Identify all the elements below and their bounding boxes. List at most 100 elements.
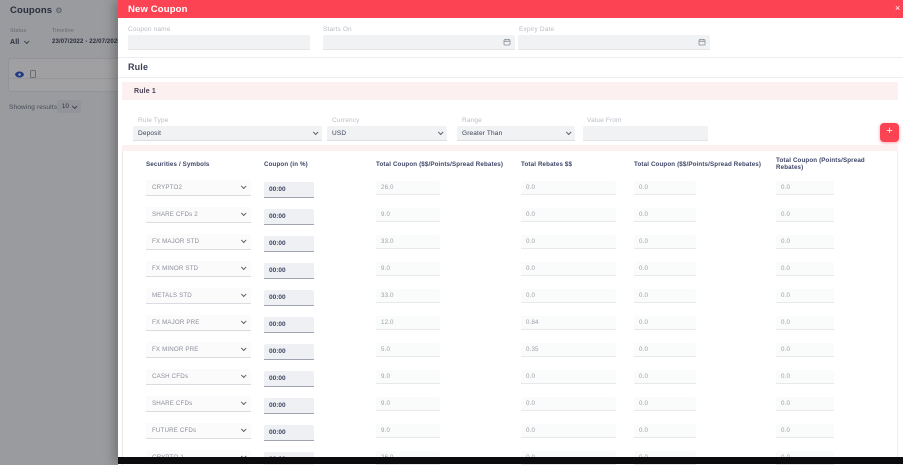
security-select[interactable]: FX MAJOR STD <box>146 233 251 250</box>
coupon-percent-input[interactable] <box>264 424 314 441</box>
value-from-input[interactable] <box>583 126 708 141</box>
coupon-percent-input[interactable] <box>264 208 314 225</box>
table-header-row: Securities / Symbols Coupon (in %) Total C… <box>123 154 897 174</box>
range-select[interactable]: Greater Than <box>457 126 575 141</box>
table-row: FUTURE CFDs 9.0 0.0 0.0 0.0 <box>123 417 897 444</box>
table-row: FX MINOR STD 9.0 0.0 0.0 0.0 <box>123 255 897 282</box>
total-rebates-value: 0.0 <box>521 423 616 438</box>
total-coupon-value: 33.0 <box>376 234 440 249</box>
security-select[interactable]: FX MINOR PRE <box>146 341 251 358</box>
value-from-label: Value From <box>587 117 622 124</box>
total-coupon-2-value: 0.0 <box>634 288 696 303</box>
divider <box>118 77 903 78</box>
add-rule-button[interactable]: + <box>880 123 899 142</box>
expiry-date-label: Expiry Date <box>519 26 555 33</box>
rule-type-select[interactable]: Deposit <box>133 126 322 141</box>
range-label: Range <box>462 117 482 124</box>
total-coupon-3-value: 0.0 <box>776 342 834 357</box>
security-select[interactable]: CASH CFDs <box>146 368 251 385</box>
total-coupon-value: 9.0 <box>376 369 440 384</box>
total-coupon-3-value: 0.0 <box>776 288 834 303</box>
coupon-percent-input[interactable] <box>264 181 314 198</box>
column-header: Total Coupon ($$/Points/Spread Rebates) <box>376 160 504 168</box>
total-coupon-3-value: 0.0 <box>776 369 834 384</box>
total-coupon-2-value: 0.0 <box>634 315 696 330</box>
total-coupon-value: 9.0 <box>376 207 440 222</box>
total-coupon-value: 5.0 <box>376 342 440 357</box>
security-select[interactable]: SHARE CFDs 2 <box>146 206 251 223</box>
total-coupon-value: 9.0 <box>376 423 440 438</box>
total-rebates-value: 0.35 <box>521 342 616 357</box>
table-row: CRYPTO2 26.0 0.0 0.0 0.0 <box>123 174 897 201</box>
starts-on-label: Starts On <box>323 26 352 33</box>
new-coupon-modal: New Coupon × Coupon name Starts On Expir… <box>118 0 903 465</box>
chevron-down-icon <box>240 183 247 190</box>
chevron-down-icon <box>240 291 247 298</box>
chevron-down-icon <box>240 318 247 325</box>
security-select[interactable]: METALS STD <box>146 287 251 304</box>
table-row: FX MAJOR PRE 12.0 0.84 0.0 0.0 <box>123 309 897 336</box>
calendar-icon[interactable] <box>503 38 511 46</box>
chevron-down-icon <box>240 210 247 217</box>
close-icon[interactable]: × <box>895 3 903 13</box>
security-select[interactable]: SHARE CFDs <box>146 395 251 412</box>
chevron-down-icon <box>565 129 572 136</box>
column-header: Total Coupon ($$/Points/Spread Rebates) <box>634 160 762 168</box>
total-coupon-2-value: 0.0 <box>634 261 696 276</box>
expiry-date-input[interactable] <box>518 35 710 50</box>
security-select[interactable]: FUTURE CFDs <box>146 422 251 439</box>
coupon-percent-input[interactable] <box>264 370 314 387</box>
chevron-down-icon <box>240 264 247 271</box>
calendar-icon[interactable] <box>698 38 706 46</box>
rule-1-title: Rule 1 <box>134 87 156 95</box>
total-coupon-value: 26.0 <box>376 180 440 195</box>
table-row: FX MINOR PRE 5.0 0.35 0.0 0.0 <box>123 336 897 363</box>
chevron-down-icon <box>240 372 247 379</box>
total-rebates-value: 0.0 <box>521 288 616 303</box>
total-rebates-value: 0.84 <box>521 315 616 330</box>
coupon-percent-input[interactable] <box>264 262 314 279</box>
total-coupon-2-value: 0.0 <box>634 180 696 195</box>
bottom-bar <box>118 457 903 464</box>
column-header: Total Rebates $$ <box>521 160 573 168</box>
total-coupon-2-value: 0.0 <box>634 369 696 384</box>
table-row: SHARE CFDs 2 9.0 0.0 0.0 0.0 <box>123 201 897 228</box>
coupon-percent-input[interactable] <box>264 289 314 306</box>
table-row: FX MAJOR STD 33.0 0.0 0.0 0.0 <box>123 228 897 255</box>
coupon-percent-input[interactable] <box>264 343 314 360</box>
coupon-percent-input[interactable] <box>264 397 314 414</box>
table-row: SHARE CFDs 9.0 0.0 0.0 0.0 <box>123 390 897 417</box>
currency-select[interactable]: USD <box>327 126 447 141</box>
coupon-name-label: Coupon name <box>128 26 171 33</box>
total-coupon-3-value: 0.0 <box>776 315 834 330</box>
coupon-name-input[interactable] <box>128 35 310 50</box>
coupon-percent-input[interactable] <box>264 316 314 333</box>
modal-title: New Coupon <box>128 3 188 15</box>
security-select[interactable]: CRYPTO2 <box>146 179 251 196</box>
total-rebates-value: 0.0 <box>521 180 616 195</box>
total-coupon-value: 33.0 <box>376 288 440 303</box>
securities-table: Securities / Symbols Coupon (in %) Total C… <box>122 151 898 465</box>
column-header: Coupon (in %) <box>264 160 308 168</box>
total-coupon-3-value: 0.0 <box>776 207 834 222</box>
divider <box>118 57 903 58</box>
modal-backdrop[interactable] <box>0 0 118 465</box>
total-coupon-value: 9.0 <box>376 396 440 411</box>
rule-1-banner: Rule 1 <box>122 82 898 100</box>
total-coupon-2-value: 0.0 <box>634 234 696 249</box>
coupon-percent-input[interactable] <box>264 235 314 252</box>
table-body: CRYPTO2 26.0 0.0 0.0 0.0 SHARE CFDs 2 9.… <box>123 174 897 465</box>
starts-on-input[interactable] <box>323 35 515 50</box>
security-select[interactable]: FX MAJOR PRE <box>146 314 251 331</box>
security-select[interactable]: FX MINOR STD <box>146 260 251 277</box>
total-coupon-3-value: 0.0 <box>776 423 834 438</box>
total-coupon-3-value: 0.0 <box>776 180 834 195</box>
total-coupon-3-value: 0.0 <box>776 261 834 276</box>
total-rebates-value: 0.0 <box>521 369 616 384</box>
chevron-down-icon <box>312 129 319 136</box>
chevron-down-icon <box>240 345 247 352</box>
rule-section-title: Rule <box>128 62 149 72</box>
column-header: Total Coupon (Points/Spread Rebates) <box>776 157 865 171</box>
rule-type-label: Rule Type <box>138 117 169 124</box>
chevron-down-icon <box>240 399 247 406</box>
